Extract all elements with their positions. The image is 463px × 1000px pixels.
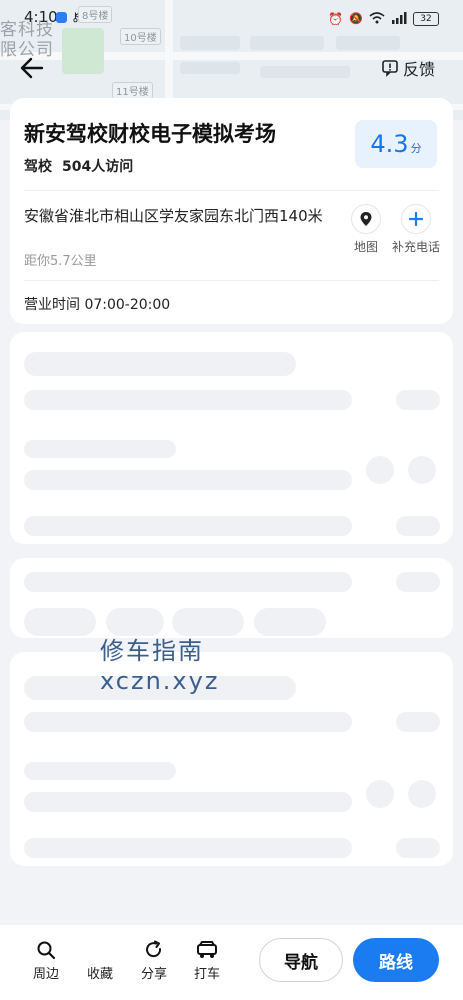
status-notification-icons: ⚷ [56, 10, 80, 24]
place-info-card: 新安驾校财校电子模拟考场 驾校 504人访问 4.3 分 安徽省淮北市相山区学友家园… [10, 98, 453, 324]
top-bar: 反馈 [0, 48, 463, 88]
bottom-action-bar: 周边 收藏 分享 打车 导航 路线 [0, 925, 463, 1000]
divider [24, 280, 439, 281]
navigate-button[interactable]: 导航 [259, 938, 343, 982]
place-category: 驾校 [24, 159, 52, 175]
signal-icon [391, 9, 407, 28]
skeleton-circle [408, 780, 436, 808]
skeleton-line [24, 572, 352, 592]
skeleton-line [396, 838, 440, 858]
key-icon: ⚷ [71, 10, 80, 24]
skeleton-line [24, 470, 352, 490]
skeleton-line [24, 516, 352, 536]
back-button[interactable] [18, 54, 46, 82]
skeleton-circle [366, 456, 394, 484]
skeleton-line [396, 390, 440, 410]
status-system-icons: ⏰ 🔕 32 [328, 9, 439, 28]
overlay-watermark: 修车指南 xczn.xyz [100, 636, 219, 696]
taxi-button[interactable]: 打车 [187, 937, 227, 982]
alarm-icon: ⏰ [328, 11, 344, 26]
skeleton-line [396, 712, 440, 732]
feedback-label: 反馈 [402, 60, 435, 79]
feedback-button[interactable]: 反馈 [381, 56, 435, 80]
app-notification-icon [56, 11, 67, 23]
business-hours: 营业时间 07:00-20:00 [24, 297, 171, 313]
loading-card [10, 652, 453, 866]
location-pin-icon [351, 204, 381, 234]
skeleton-circle [408, 456, 436, 484]
divider [24, 190, 439, 191]
watermark-line-2: xczn.xyz [100, 667, 220, 695]
add-phone-label: 补充电话 [391, 240, 440, 254]
taxi-icon [187, 937, 227, 963]
taxi-label: 打车 [193, 967, 220, 982]
visit-count: 504人访问 [62, 159, 134, 175]
battery-icon: 32 [413, 11, 439, 26]
search-icon [26, 937, 66, 963]
skeleton-line [396, 516, 440, 536]
favorite-button[interactable]: 收藏 [80, 937, 120, 982]
skeleton-line [24, 792, 352, 812]
rating-badge: 4.3 分 [355, 120, 437, 168]
skeleton-chip [254, 608, 326, 636]
share-icon [134, 937, 174, 963]
place-distance: 距你5.7公里 [24, 254, 97, 269]
loading-card [10, 332, 453, 544]
nearby-label: 周边 [32, 967, 59, 982]
skeleton-circle [366, 780, 394, 808]
loading-card [10, 558, 453, 638]
skeleton-line [24, 352, 296, 376]
skeleton-chip [106, 608, 164, 636]
skeleton-line [24, 762, 176, 780]
rating-score: 4.3 [370, 130, 409, 158]
place-address[interactable]: 安徽省淮北市相山区学友家园东北门西140米 [24, 206, 334, 226]
status-time: 4:10 [24, 8, 58, 26]
place-meta: 驾校 504人访问 [24, 156, 143, 176]
place-title: 新安驾校财校电子模拟考场 [24, 122, 276, 146]
arrow-left-icon [20, 57, 44, 79]
mute-icon: 🔕 [349, 12, 363, 25]
skeleton-line [24, 390, 352, 410]
skeleton-line [396, 572, 440, 592]
skeleton-line [24, 712, 352, 732]
skeleton-line [24, 838, 352, 858]
skeleton-chip [24, 608, 96, 636]
star-icon [80, 937, 120, 963]
rating-unit: 分 [410, 142, 422, 155]
wifi-icon [369, 9, 385, 28]
skeleton-chip [172, 608, 244, 636]
map-action-label: 地图 [353, 240, 378, 254]
share-label: 分享 [140, 967, 167, 982]
watermark-line-1: 修车指南 [100, 637, 204, 665]
add-phone-button[interactable]: 补充电话 [388, 204, 444, 255]
nearby-button[interactable]: 周边 [26, 937, 66, 982]
share-button[interactable]: 分享 [134, 937, 174, 982]
route-button[interactable]: 路线 [353, 938, 439, 982]
map-action-button[interactable]: 地图 [340, 204, 392, 255]
status-bar: 4:10 ⚷ ⏰ 🔕 32 [0, 0, 463, 34]
feedback-icon [382, 60, 398, 77]
favorite-label: 收藏 [86, 967, 113, 982]
skeleton-line [24, 440, 176, 458]
plus-icon [401, 204, 431, 234]
